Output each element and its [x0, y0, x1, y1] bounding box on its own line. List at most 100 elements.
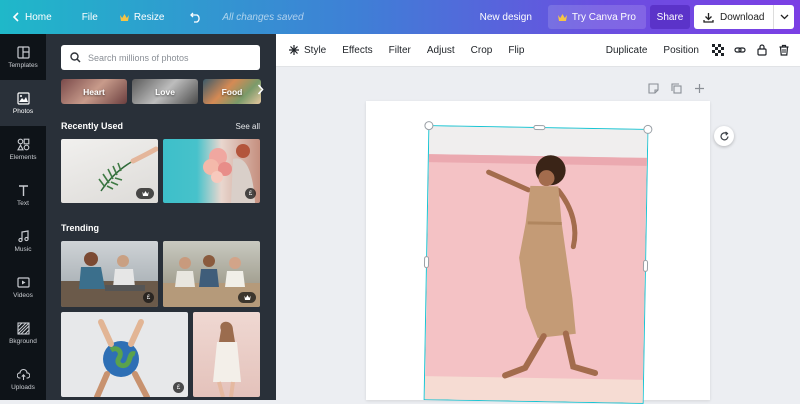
chevron-right-icon	[257, 84, 264, 95]
download-main[interactable]: Download	[694, 5, 775, 29]
nav-videos-label: Videos	[13, 291, 33, 299]
add-page-button[interactable]	[694, 83, 705, 97]
crown-icon	[119, 13, 129, 21]
crown-icon	[557, 13, 567, 21]
rotate-handle[interactable]	[714, 126, 734, 146]
crown-icon	[141, 191, 149, 196]
duplicate-label: Duplicate	[605, 44, 648, 56]
page-notes-button[interactable]	[648, 83, 659, 97]
crop-button[interactable]: Crop	[463, 34, 501, 67]
share-label: Share	[656, 11, 684, 23]
try-pro-button[interactable]: Try Canva Pro	[547, 5, 646, 29]
chip-food[interactable]: Food	[203, 79, 261, 104]
search-box[interactable]	[61, 45, 260, 70]
download-icon	[703, 12, 714, 23]
chip-heart-label: Heart	[83, 86, 105, 97]
copy-icon	[671, 83, 682, 94]
uploads-icon	[16, 368, 30, 380]
photo-thumb-flowers[interactable]: £	[163, 139, 260, 203]
photo-thumb-workshop[interactable]: £	[61, 241, 158, 307]
photo-thumb-leaf[interactable]	[61, 139, 158, 203]
position-button[interactable]: Position	[655, 34, 707, 67]
chip-scroll-right[interactable]	[257, 84, 264, 98]
nav-photos-label: Photos	[12, 107, 34, 115]
text-icon	[18, 184, 28, 196]
chip-love[interactable]: Love	[132, 79, 198, 104]
photo-thumb-woman-back[interactable]	[193, 312, 260, 397]
download-button[interactable]: Download	[694, 5, 794, 29]
link-button[interactable]	[729, 34, 751, 67]
share-button[interactable]: Share	[650, 5, 690, 29]
pro-crown-badge	[136, 188, 154, 199]
side-nav: Templates Photos Elements Text Music Vid…	[0, 34, 46, 400]
duplicate-button[interactable]: Duplicate	[598, 34, 656, 67]
chevron-down-icon	[780, 14, 789, 20]
nav-photos[interactable]: Photos	[0, 80, 46, 126]
chip-love-label: Love	[155, 86, 175, 97]
style-button[interactable]: Style	[276, 34, 334, 67]
rotate-icon	[719, 131, 729, 140]
resize-handle-right[interactable]	[642, 259, 649, 272]
lock-icon	[757, 44, 767, 56]
file-menu[interactable]: File	[74, 0, 106, 34]
delete-button[interactable]	[773, 34, 800, 67]
dancing-woman-photo-art	[424, 126, 648, 403]
new-design-button[interactable]: New design	[472, 0, 540, 34]
filter-label: Filter	[388, 44, 411, 56]
nav-elements[interactable]: Elements	[0, 126, 46, 172]
nav-text-label: Text	[17, 199, 29, 207]
photo-thumb-globe[interactable]: £	[61, 312, 188, 397]
duplicate-page-button[interactable]	[671, 83, 682, 97]
resize-label: Resize	[133, 11, 165, 23]
flip-button[interactable]: Flip	[500, 34, 532, 67]
globe-photo-art	[94, 319, 150, 397]
selected-photo[interactable]	[423, 121, 653, 404]
trash-icon	[779, 44, 789, 56]
nav-music[interactable]: Music	[0, 218, 46, 264]
transparency-icon	[712, 44, 724, 56]
lock-button[interactable]	[751, 34, 773, 67]
crown-icon	[243, 295, 251, 300]
file-label: File	[81, 11, 98, 23]
chevron-left-icon	[12, 12, 19, 22]
paid-badge: £	[143, 292, 154, 303]
photo-thumb-friends[interactable]	[163, 241, 260, 307]
home-label: Home	[25, 11, 52, 23]
resize-handle-top[interactable]	[533, 124, 546, 131]
search-input[interactable]	[88, 52, 248, 63]
paid-badge: £	[245, 188, 256, 199]
nav-uploads[interactable]: Uploads	[0, 356, 46, 402]
nav-videos[interactable]: Videos	[0, 264, 46, 310]
resize-handle-top-right[interactable]	[643, 124, 653, 135]
resize-button[interactable]: Resize	[112, 0, 173, 34]
adjust-button[interactable]: Adjust	[419, 34, 463, 67]
nav-text[interactable]: Text	[0, 172, 46, 218]
effects-label: Effects	[342, 44, 373, 56]
home-button[interactable]: Home	[0, 0, 60, 34]
search-icon	[70, 52, 81, 63]
filter-button[interactable]: Filter	[381, 34, 419, 67]
try-pro-label: Try Canva Pro	[571, 11, 636, 23]
nav-templates-label: Templates	[8, 61, 38, 69]
chip-heart[interactable]: Heart	[61, 79, 127, 104]
trending-title: Trending	[61, 223, 99, 233]
templates-icon	[16, 45, 30, 59]
page-tools	[648, 83, 705, 97]
nav-background[interactable]: Bkground	[0, 310, 46, 356]
resize-handle-left[interactable]	[423, 256, 430, 269]
transparency-button[interactable]	[707, 34, 729, 67]
effects-button[interactable]: Effects	[334, 34, 380, 67]
see-all-link[interactable]: See all	[236, 122, 260, 131]
undo-button[interactable]	[182, 0, 210, 34]
download-options[interactable]	[774, 14, 794, 20]
plus-icon	[695, 84, 704, 93]
videos-icon	[16, 276, 30, 288]
woman-photo-art	[213, 321, 241, 397]
background-icon	[16, 321, 30, 335]
photo-image	[424, 126, 648, 403]
photos-icon	[16, 91, 30, 105]
nav-templates[interactable]: Templates	[0, 34, 46, 80]
canvas-area	[276, 67, 800, 404]
undo-icon	[190, 12, 201, 23]
save-status-text: All changes saved	[222, 11, 304, 23]
